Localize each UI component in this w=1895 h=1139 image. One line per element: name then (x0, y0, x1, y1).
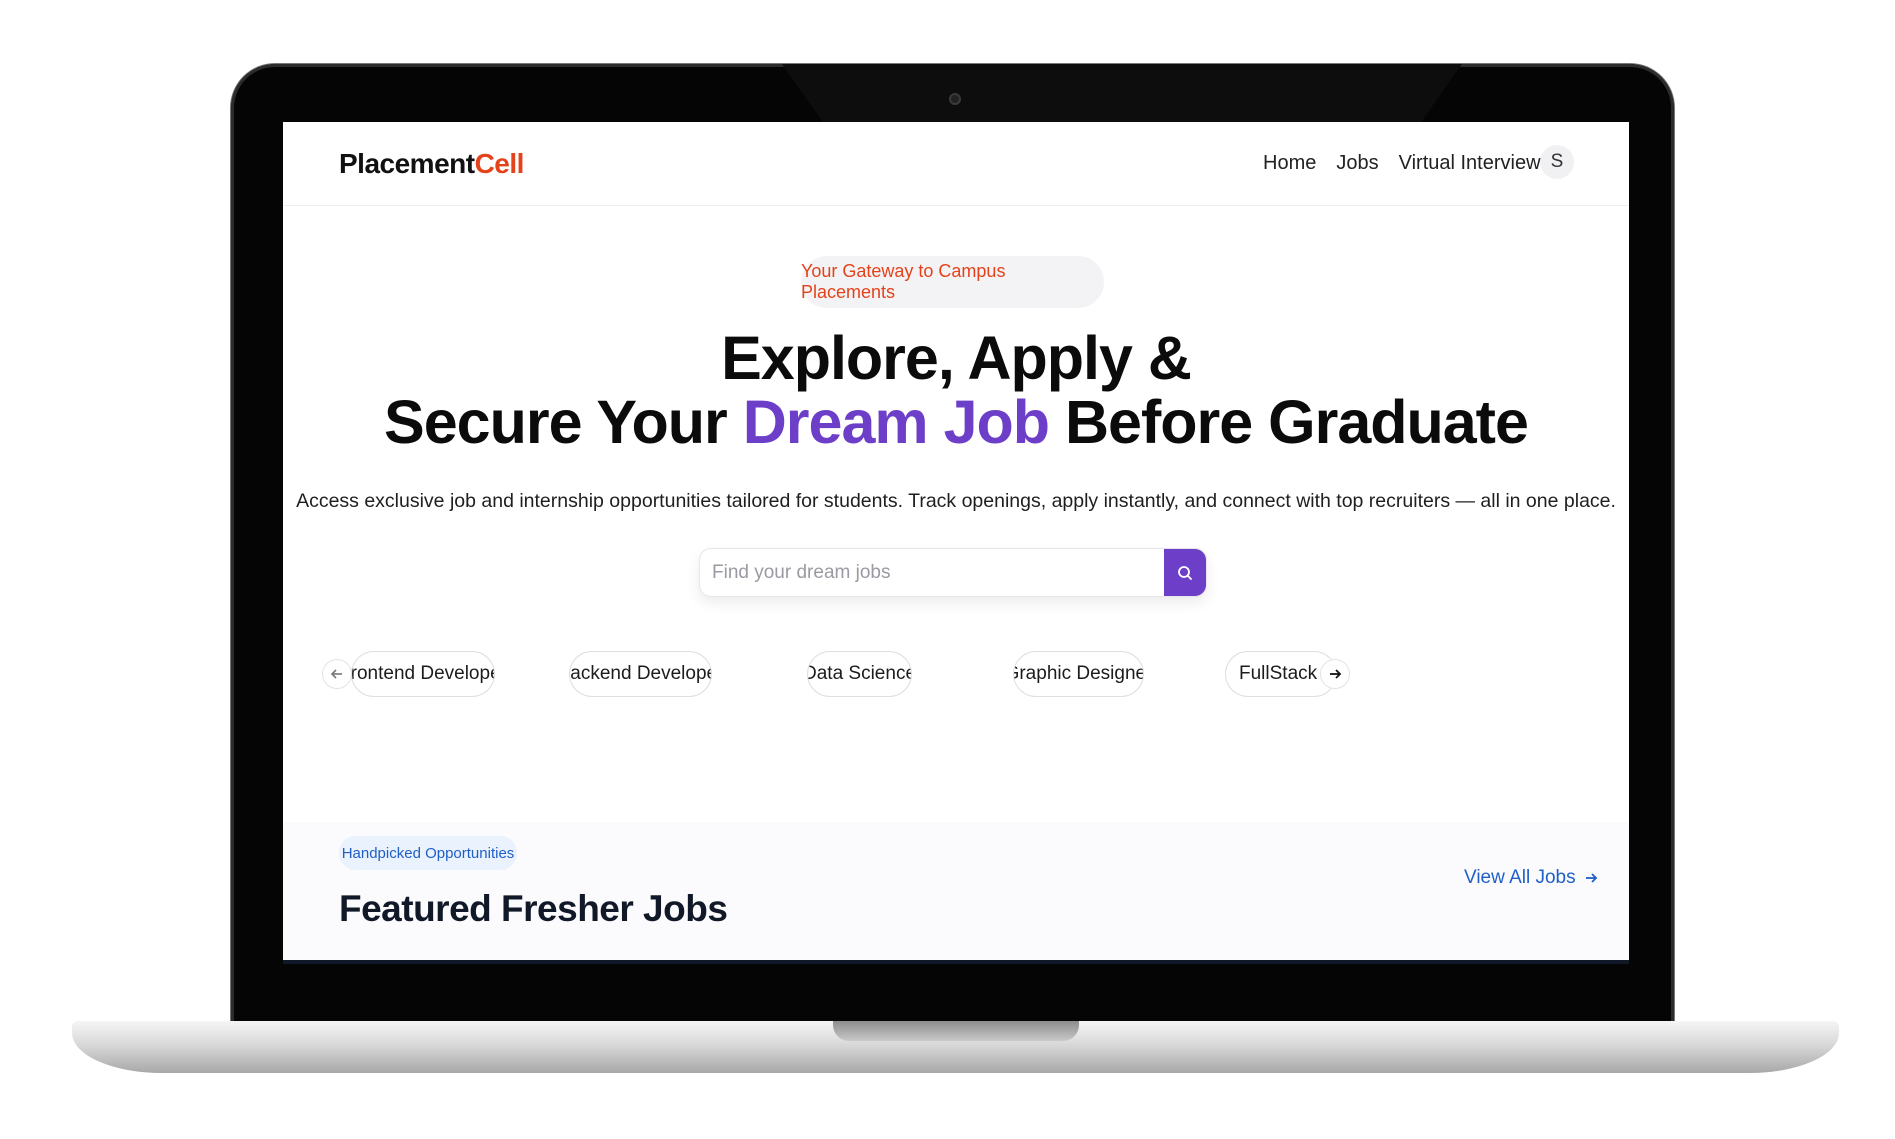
webcam-icon (949, 93, 961, 105)
headline-line-2: Secure Your Dream Job Before Graduate (283, 390, 1629, 454)
category-chip-backend[interactable]: Backend Developer (569, 651, 712, 697)
arrow-left-icon (330, 669, 342, 679)
search-button[interactable] (1164, 549, 1206, 596)
carousel-prev-button[interactable] (322, 659, 352, 689)
arrow-right-icon (1585, 873, 1597, 883)
search-bar (699, 548, 1207, 597)
logo-text: Placement (339, 148, 475, 179)
nav-link-jobs[interactable]: Jobs (1336, 152, 1378, 175)
category-chip-frontend[interactable]: Frontend Developer (351, 651, 495, 697)
headline-post: Before Graduate (1049, 388, 1529, 456)
laptop-base-notch (833, 1021, 1079, 1041)
search-icon (1178, 565, 1192, 580)
laptop-notch (782, 64, 1462, 122)
navbar: PlacementCell Home Jobs Virtual Intervie… (283, 122, 1629, 206)
nav-links: Home Jobs Virtual Interview (1263, 152, 1541, 175)
arrow-right-icon (1330, 669, 1342, 679)
category-chip-graphic-designer[interactable]: Graphic Designer (1013, 651, 1144, 697)
headline-pre: Secure Your (384, 388, 743, 456)
headline-highlight: Dream Job (742, 388, 1050, 456)
nav-link-virtual-interview[interactable]: Virtual Interview (1399, 152, 1541, 175)
nav-link-home[interactable]: Home (1263, 152, 1316, 175)
carousel-next-button[interactable] (1320, 659, 1350, 689)
category-chip-data-science[interactable]: Data Science (807, 651, 912, 697)
avatar[interactable]: S (1540, 145, 1574, 179)
view-all-jobs-link[interactable]: View All Jobs (1464, 867, 1598, 889)
hero-headline: Explore, Apply & Secure Your Dream Job B… (283, 326, 1629, 454)
search-input[interactable] (700, 549, 1166, 596)
browser-viewport: PlacementCell Home Jobs Virtual Intervie… (283, 122, 1629, 964)
view-all-label: View All Jobs (1464, 867, 1576, 888)
headline-line-1: Explore, Apply & (721, 324, 1192, 392)
hero-description: Access exclusive job and internship oppo… (296, 490, 1616, 512)
featured-badge: Handpicked Opportunities (339, 836, 517, 870)
screen-bottom-edge (283, 960, 1629, 964)
hero-badge: Your Gateway to Campus Placements (801, 256, 1104, 308)
logo-accent-text: Cell (474, 148, 525, 179)
logo[interactable]: PlacementCell (339, 148, 524, 180)
category-carousel: Frontend Developer Backend Developer Dat… (322, 651, 1581, 699)
featured-title: Featured Fresher Jobs (339, 888, 728, 929)
